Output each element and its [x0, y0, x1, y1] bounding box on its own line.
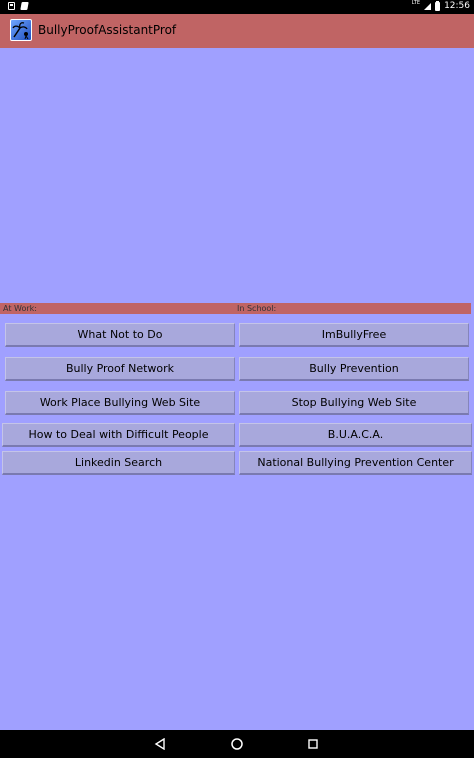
recents-icon[interactable] — [305, 736, 321, 752]
linkedin-search-button[interactable]: Linkedin Search — [2, 451, 235, 475]
what-not-to-do-button[interactable]: What Not to Do — [5, 323, 235, 347]
notification-icon — [20, 2, 29, 10]
bully-proof-network-button[interactable]: Bully Proof Network — [5, 357, 235, 381]
signal-icon — [424, 2, 432, 10]
status-bar: LTE 12:56 — [0, 0, 474, 14]
imbullyfree-button[interactable]: ImBullyFree — [239, 323, 469, 347]
app-title: BullyProofAssistantProf — [38, 23, 177, 37]
at-work-label: At Work: — [3, 304, 37, 313]
notification-icon — [8, 2, 15, 10]
bully-prevention-button[interactable]: Bully Prevention — [239, 357, 469, 381]
section-header-bar: At Work: In School: — [0, 303, 471, 314]
buaca-button[interactable]: B.U.A.C.A. — [239, 423, 472, 447]
in-school-label: In School: — [237, 304, 277, 313]
palm-tree-icon — [10, 19, 32, 41]
stop-bullying-button[interactable]: Stop Bullying Web Site — [239, 391, 469, 415]
back-icon[interactable] — [152, 736, 168, 752]
difficult-people-button[interactable]: How to Deal with Difficult People — [2, 423, 235, 447]
national-bullying-center-button[interactable]: National Bullying Prevention Center — [239, 451, 472, 475]
network-type: LTE — [411, 0, 421, 6]
navigation-bar — [0, 730, 474, 758]
battery-icon — [435, 0, 441, 11]
action-bar: BullyProofAssistantProf — [0, 14, 474, 48]
home-icon[interactable] — [229, 736, 245, 752]
work-place-bullying-button[interactable]: Work Place Bullying Web Site — [5, 391, 235, 415]
clock: 12:56 — [444, 1, 470, 11]
